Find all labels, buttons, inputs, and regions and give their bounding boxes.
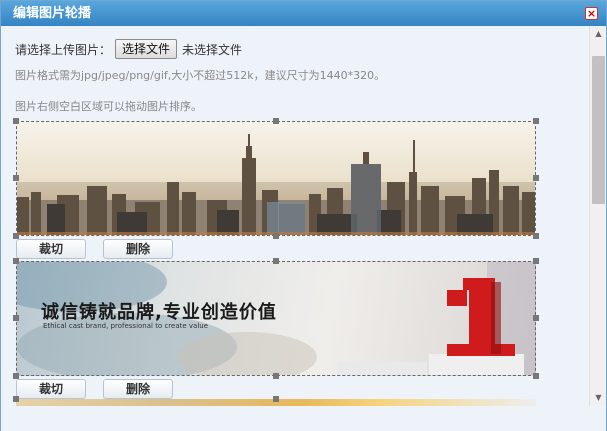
resize-handle[interactable]	[13, 258, 19, 264]
sort-hint: 图片右侧空白区域可以拖动图片排序。	[15, 100, 202, 113]
upload-row: 请选择上传图片： 选择文件 未选择文件	[15, 39, 242, 59]
file-status: 未选择文件	[182, 42, 243, 57]
resize-handle[interactable]	[13, 175, 19, 181]
vertical-scrollbar[interactable]: ▲ ▼	[589, 26, 606, 406]
banner-title: 诚信铸就品牌,专业创造价值	[41, 302, 277, 323]
resize-handle[interactable]	[13, 396, 19, 402]
brand-banner-image[interactable]: 诚信铸就品牌,专业创造价值 Ethical cast brand, profes…	[16, 261, 536, 376]
crop-button[interactable]: 裁切	[16, 239, 86, 259]
resize-handle[interactable]	[13, 315, 19, 321]
dialog-content: 请选择上传图片： 选择文件 未选择文件 图片格式需为jpg/jpeg/png/g…	[1, 26, 589, 406]
scroll-thumb[interactable]	[592, 56, 605, 204]
image-actions: 裁切 删除	[16, 239, 190, 259]
city-skyline-image-art	[17, 122, 535, 235]
resize-handle[interactable]	[273, 373, 279, 379]
resize-handle[interactable]	[13, 118, 19, 124]
banner-subtitle: Ethical cast brand, professional to crea…	[43, 322, 209, 330]
close-icon[interactable]: ×	[585, 7, 598, 20]
resize-handle[interactable]	[533, 175, 539, 181]
dialog-titlebar[interactable]: 编辑图片轮播 ×	[1, 1, 606, 26]
dialog-footer	[1, 406, 606, 431]
upload-label: 请选择上传图片：	[15, 42, 112, 57]
image-actions: 裁切 删除	[16, 379, 190, 399]
resize-handle[interactable]	[273, 118, 279, 124]
delete-button[interactable]: 删除	[103, 239, 173, 259]
resize-handle[interactable]	[533, 118, 539, 124]
resize-handle[interactable]	[533, 315, 539, 321]
crop-button[interactable]: 裁切	[16, 379, 86, 399]
edit-carousel-dialog: 编辑图片轮播 × 请选择上传图片： 选择文件 未选择文件 图片格式需为jpg/j…	[0, 0, 607, 431]
choose-file-button[interactable]: 选择文件	[115, 39, 178, 59]
resize-handle[interactable]	[273, 258, 279, 264]
scroll-up-icon[interactable]: ▲	[590, 26, 607, 42]
resize-handle[interactable]	[273, 396, 279, 402]
resize-handle[interactable]	[533, 258, 539, 264]
format-hint: 图片格式需为jpg/jpeg/png/gif,大小不超过512k，建议尺寸为14…	[15, 69, 386, 82]
resize-handle[interactable]	[533, 233, 539, 239]
scroll-down-icon[interactable]: ▼	[590, 390, 607, 406]
delete-button[interactable]: 删除	[103, 379, 173, 399]
city-skyline-image[interactable]	[16, 121, 536, 236]
dialog-title: 编辑图片轮播	[13, 6, 92, 21]
resize-handle[interactable]	[533, 373, 539, 379]
resize-handle[interactable]	[273, 233, 279, 239]
